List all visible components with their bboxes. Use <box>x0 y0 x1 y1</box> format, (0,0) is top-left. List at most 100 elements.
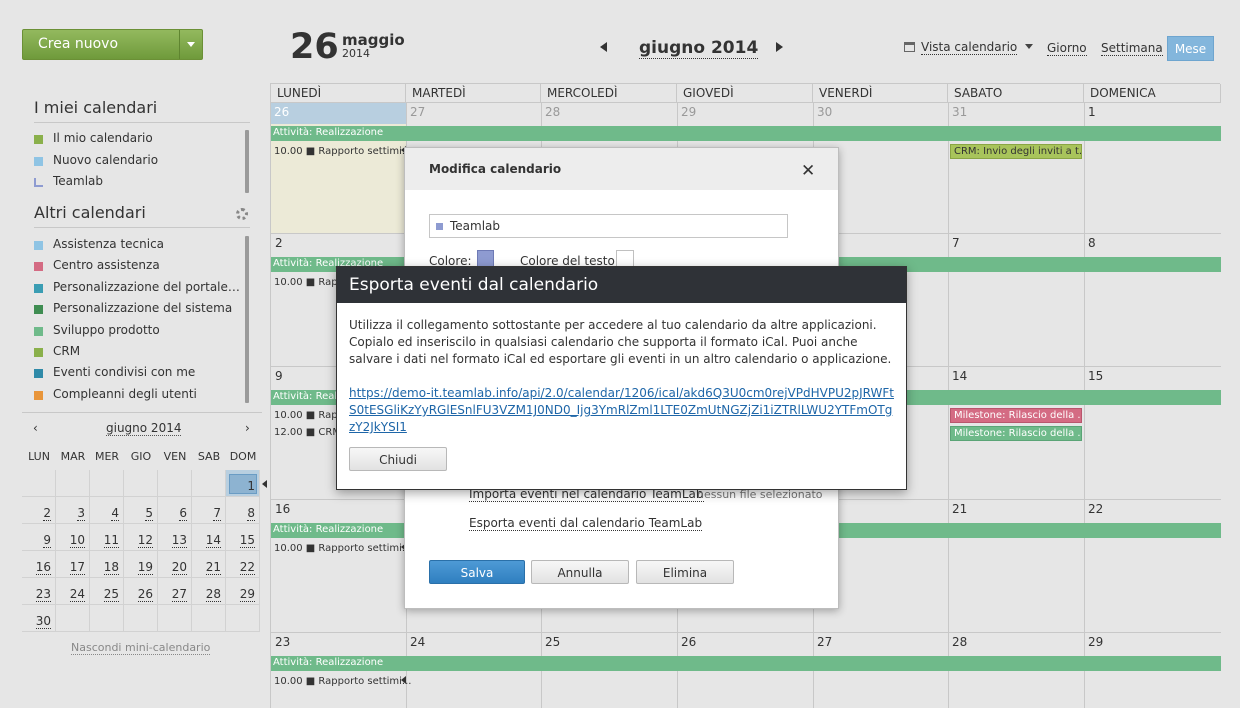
day-number[interactable]: 30 <box>817 105 832 119</box>
color-swatch[interactable] <box>477 250 494 267</box>
activity-bar[interactable]: Attività: Realizzazione <box>271 656 1221 671</box>
gear-icon[interactable] <box>236 208 248 220</box>
calendar-color-square[interactable] <box>34 135 43 144</box>
mini-prev-icon[interactable]: ‹ <box>33 421 38 435</box>
mini-day-cell[interactable]: 6 <box>158 497 192 524</box>
mini-day-cell[interactable]: 1 <box>226 470 260 497</box>
day-number[interactable]: 31 <box>952 105 967 119</box>
mini-day-cell[interactable]: 7 <box>192 497 226 524</box>
calendar-color-square[interactable] <box>34 348 43 357</box>
mini-day-cell[interactable]: 17 <box>56 551 90 578</box>
mini-day-cell[interactable]: 27 <box>158 578 192 605</box>
mini-month-title[interactable]: giugno 2014 <box>106 421 182 436</box>
mini-day-cell[interactable]: 12 <box>124 524 158 551</box>
mini-day-cell[interactable]: 19 <box>124 551 158 578</box>
day-number[interactable]: 14 <box>952 369 967 383</box>
view-week-link[interactable]: Settimana <box>1101 41 1163 56</box>
day-number[interactable]: 21 <box>952 502 967 516</box>
mini-day-cell[interactable]: 18 <box>90 551 124 578</box>
my-calendars-scrollbar[interactable] <box>245 130 249 193</box>
save-button[interactable]: Salva <box>429 560 525 584</box>
mini-day-cell[interactable]: 29 <box>226 578 260 605</box>
calendar-item[interactable]: CRM <box>34 344 244 362</box>
event-item[interactable]: 12.00 ■ CRM <box>274 427 341 438</box>
day-number[interactable]: 29 <box>1088 635 1103 649</box>
day-number[interactable]: 26 <box>681 635 696 649</box>
calendar-item[interactable]: Centro assistenza <box>34 258 244 276</box>
crm-event-chip[interactable]: CRM: Invio degli inviti a t... <box>950 144 1082 159</box>
event-item[interactable]: 10.00 ■ Rapporto settimi... <box>274 676 411 687</box>
mini-day-cell[interactable]: 13 <box>158 524 192 551</box>
day-number[interactable]: 25 <box>545 635 560 649</box>
day-number[interactable]: 28 <box>952 635 967 649</box>
calendar-item[interactable]: Assistenza tecnica <box>34 237 244 255</box>
mini-day-cell[interactable]: 20 <box>158 551 192 578</box>
more-events-icon[interactable] <box>401 676 406 684</box>
view-day-link[interactable]: Giorno <box>1047 41 1087 56</box>
mini-day-cell[interactable]: 28 <box>192 578 226 605</box>
mini-day-cell[interactable]: 26 <box>124 578 158 605</box>
calendar-view-dropdown[interactable]: Vista calendario <box>904 40 1034 55</box>
day-number[interactable]: 2 <box>275 236 283 250</box>
day-number[interactable]: 1 <box>1088 105 1096 119</box>
mini-day-cell[interactable]: 16 <box>22 551 56 578</box>
calendar-item[interactable]: Il mio calendario <box>34 131 244 149</box>
prev-month-icon[interactable] <box>600 42 607 52</box>
event-item[interactable]: 10.00 ■ Rapp <box>274 277 344 288</box>
create-new-button[interactable]: Crea nuovo <box>22 29 203 60</box>
calendar-item[interactable]: Eventi condivisi con me <box>34 365 244 383</box>
mini-day-cell[interactable]: 10 <box>56 524 90 551</box>
day-number[interactable]: 16 <box>275 502 290 516</box>
day-number[interactable]: 15 <box>1088 369 1103 383</box>
mini-day-cell[interactable]: 24 <box>56 578 90 605</box>
hide-mini-calendar-link[interactable]: Nascondi mini-calendario <box>71 641 211 655</box>
calendar-item[interactable]: Personalizzazione del portale Te <box>34 280 244 298</box>
create-new-dropdown-icon[interactable] <box>179 30 202 59</box>
mini-day-cell[interactable]: 21 <box>192 551 226 578</box>
next-month-icon[interactable] <box>776 42 783 52</box>
calendar-color-square[interactable] <box>34 156 43 166</box>
calendar-color-square[interactable] <box>34 262 43 272</box>
current-month-title[interactable]: giugno 2014 <box>639 38 759 59</box>
day-number[interactable]: 8 <box>1088 236 1096 250</box>
day-number[interactable]: 7 <box>952 236 960 250</box>
close-button[interactable]: Chiudi <box>349 447 447 471</box>
other-calendars-scrollbar[interactable] <box>245 236 249 403</box>
calendar-color-square[interactable] <box>34 369 43 379</box>
day-number[interactable]: 9 <box>275 369 283 383</box>
day-number[interactable]: 27 <box>817 635 832 649</box>
mini-day-cell[interactable]: 3 <box>56 497 90 524</box>
close-icon[interactable]: ✕ <box>801 161 815 181</box>
export-events-link[interactable]: Esporta eventi dal calendario TeamLab <box>469 516 703 531</box>
mini-day-cell[interactable]: 2 <box>22 497 56 524</box>
event-item[interactable]: 10.00 ■ Rapporto settimi... <box>274 543 411 554</box>
mini-day-cell[interactable]: 9 <box>22 524 56 551</box>
mini-day-cell[interactable]: 4 <box>90 497 124 524</box>
event-item[interactable]: 10.00 ■ Rapp <box>274 410 344 421</box>
mini-day-cell[interactable]: 23 <box>22 578 56 605</box>
calendar-item[interactable]: Compleanni degli utenti <box>34 387 244 405</box>
calendar-color-square[interactable] <box>34 241 43 250</box>
mini-next-icon[interactable]: › <box>245 421 250 435</box>
day-number[interactable]: 22 <box>1088 502 1103 516</box>
calendar-name-input[interactable]: Teamlab <box>429 214 788 238</box>
calendar-item[interactable]: Sviluppo prodotto <box>34 323 244 341</box>
calendar-item[interactable]: Nuovo calendario <box>34 153 244 171</box>
event-item[interactable]: 10.00 ■ Rapporto settimi... <box>274 146 411 157</box>
mini-day-cell[interactable]: 25 <box>90 578 124 605</box>
cancel-button[interactable]: Annulla <box>531 560 629 584</box>
ical-link[interactable]: https://demo-it.teamlab.info/api/2.0/cal… <box>349 385 897 436</box>
day-number[interactable]: 29 <box>681 105 696 119</box>
delete-button[interactable]: Elimina <box>636 560 734 584</box>
day-number[interactable]: 27 <box>410 105 425 119</box>
view-month-button[interactable]: Mese <box>1167 36 1214 61</box>
activity-bar[interactable]: Attività: Realizzazione <box>271 126 1221 141</box>
calendar-color-square[interactable] <box>34 326 43 336</box>
mini-day-cell[interactable]: 14 <box>192 524 226 551</box>
day-number[interactable]: 23 <box>275 635 290 649</box>
calendar-color-square[interactable] <box>34 283 43 293</box>
milestone-event-chip[interactable]: Milestone: Rilascio della ... <box>950 426 1082 441</box>
mini-day-cell[interactable]: 15 <box>226 524 260 551</box>
mini-day-cell[interactable]: 11 <box>90 524 124 551</box>
expand-arrow-icon[interactable] <box>262 480 267 488</box>
